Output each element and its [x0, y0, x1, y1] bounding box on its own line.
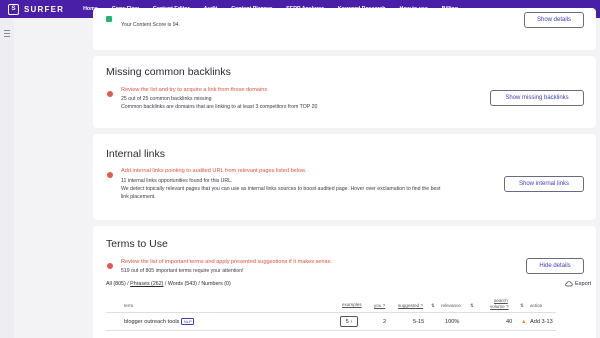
- terms-count-text: 519 out of 805 important terms require y…: [121, 268, 244, 274]
- you-count: 2: [383, 319, 387, 325]
- warning-dot-icon: [107, 263, 113, 269]
- alert-text: Review the list and try to acquire a lin…: [121, 87, 268, 93]
- export-label: Export: [575, 280, 592, 287]
- alert-text: Add internal links pointing to audited U…: [121, 168, 307, 174]
- card-title: Internal links: [106, 148, 165, 160]
- left-sidebar: [0, 18, 14, 338]
- warning-triangle-icon: ▲: [521, 319, 527, 325]
- show-internal-links-button[interactable]: Show internal links: [504, 176, 584, 192]
- content-score-text: Your Content Score is 94.: [121, 22, 180, 28]
- chevron-right-icon: ›: [350, 318, 353, 325]
- sort-icon[interactable]: ⇅: [520, 303, 524, 309]
- filter-phrases[interactable]: Phrases (262): [130, 281, 163, 287]
- relevance-value: 100%: [445, 319, 460, 325]
- column-header-relevance[interactable]: relevance: [441, 303, 461, 308]
- column-header-you[interactable]: you ?: [374, 303, 385, 308]
- brand-name: SURFER: [24, 4, 65, 14]
- filter-all[interactable]: All (805) /: [106, 281, 129, 287]
- alert-text: Review the list of important terms and a…: [121, 259, 333, 265]
- examples-count: 5: [345, 318, 349, 325]
- show-details-button[interactable]: Show details: [524, 12, 584, 28]
- export-button[interactable]: Export: [565, 280, 591, 287]
- card-title: Missing common backlinks: [106, 66, 231, 78]
- backlinks-count-text: 25 out of 25 common backlinks missing: [121, 96, 212, 102]
- search-volume-value: 40: [506, 319, 513, 325]
- internal-links-count-text: 11 internal links opportunities found fo…: [121, 178, 233, 184]
- menu-icon-bar: [4, 30, 10, 32]
- table-divider: [106, 330, 556, 331]
- sort-icon[interactable]: ⇅: [431, 303, 435, 309]
- term-filters: All (805) / Phrases (262) / Words (543) …: [106, 281, 231, 287]
- terms-to-use-card: Terms to Use Review the list of importan…: [93, 226, 596, 338]
- content-score-card: Your Content Score is 94. Show details: [93, 8, 596, 50]
- nlp-badge: NLP: [181, 318, 195, 325]
- surfer-logo-icon: S: [8, 3, 19, 15]
- term-cell: blogger outreach tools NLP: [124, 318, 195, 325]
- examples-button[interactable]: 5 ›: [340, 316, 358, 327]
- filter-rest[interactable]: / Words (543) / Numbers (0): [165, 281, 231, 287]
- column-header-term[interactable]: term: [124, 303, 133, 308]
- column-header-action[interactable]: action: [530, 303, 542, 308]
- column-header-search-volume-top[interactable]: search: [494, 298, 508, 303]
- suggested-range: 5-15: [413, 319, 425, 325]
- column-header-suggested[interactable]: suggested ?: [398, 303, 423, 308]
- backlinks-description-text: Common backlinks are domains that are li…: [121, 104, 318, 110]
- menu-icon-bar: [4, 33, 10, 35]
- card-title: Terms to Use: [106, 238, 168, 250]
- column-header-search-volume[interactable]: volume ?: [490, 304, 509, 309]
- column-header-examples[interactable]: examples: [342, 302, 362, 307]
- warning-dot-icon: [107, 91, 113, 97]
- table-divider: [106, 312, 556, 313]
- cloud-icon: [565, 281, 573, 287]
- term-text: blogger outreach tools: [124, 318, 180, 325]
- internal-links-description-text: We detect topically relevant pages that …: [121, 186, 441, 192]
- internal-links-description-text-2: link placement.: [121, 194, 156, 200]
- check-icon: [106, 16, 112, 22]
- warning-dot-icon: [107, 172, 113, 178]
- sort-icon[interactable]: ⇅: [470, 303, 474, 309]
- show-missing-backlinks-button[interactable]: Show missing backlinks: [490, 90, 584, 106]
- brand[interactable]: S SURFER: [8, 3, 65, 15]
- hide-details-button[interactable]: Hide details: [526, 258, 584, 274]
- missing-backlinks-card: Missing common backlinks Review the list…: [93, 56, 596, 128]
- action-text: Add 3-13: [530, 319, 553, 325]
- internal-links-card: Internal links Add internal links pointi…: [93, 134, 596, 220]
- menu-icon-bar: [4, 36, 10, 38]
